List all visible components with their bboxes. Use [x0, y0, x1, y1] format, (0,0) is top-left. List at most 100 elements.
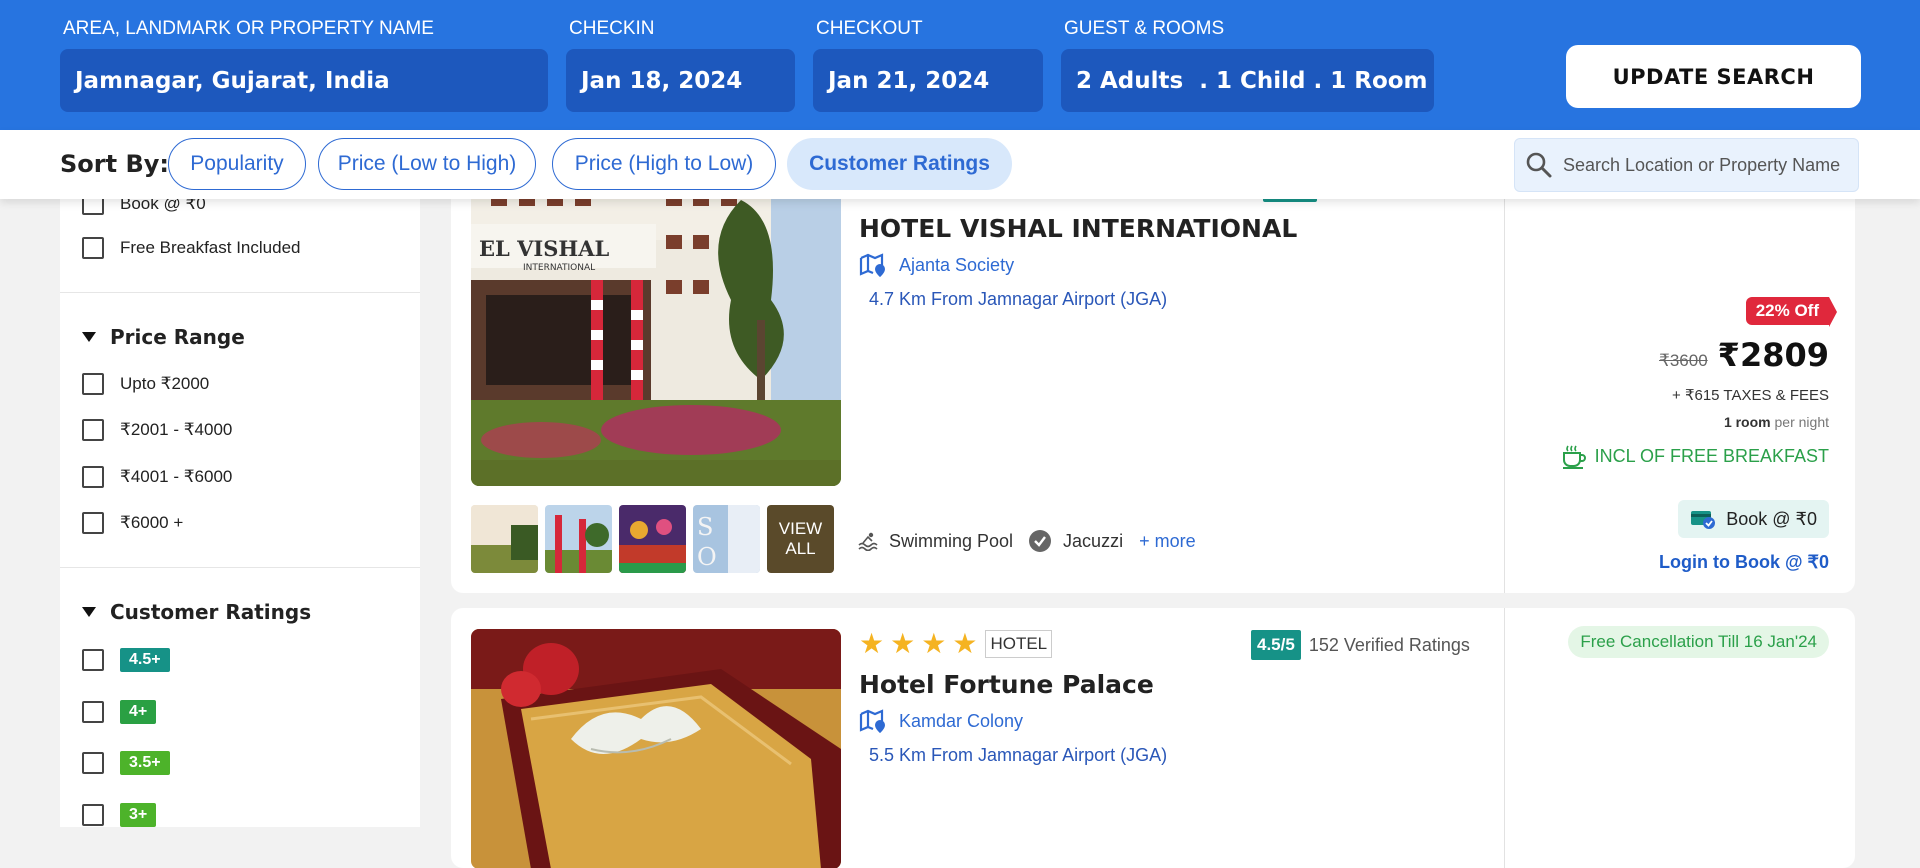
hotel-name[interactable]: Hotel Fortune Palace	[859, 670, 1154, 699]
checkin-label: CHECKIN	[569, 18, 655, 39]
filter-label: Free Breakfast Included	[120, 238, 301, 257]
filter-price-6000-plus[interactable]: ₹6000 +	[82, 512, 183, 534]
checkbox[interactable]	[82, 649, 104, 671]
book-zero-badge[interactable]: Book @ ₹0	[1678, 500, 1829, 538]
star-icon: ★	[952, 628, 978, 659]
hotel-distance: 5.5 Km From Jamnagar Airport (JGA)	[869, 745, 1168, 765]
free-cancellation-badge: Free Cancellation Till 16 Jan'24	[1568, 626, 1829, 658]
sort-popularity[interactable]: Popularity	[168, 138, 306, 190]
checkbox[interactable]	[82, 752, 104, 774]
update-search-button[interactable]: UPDATE SEARCH	[1566, 45, 1861, 108]
price-range-title: Price Range	[110, 325, 245, 349]
locality-label: Ajanta Society	[899, 254, 1015, 275]
sort-customer-ratings[interactable]: Customer Ratings	[787, 138, 1012, 190]
sort-price-high-low[interactable]: Price (High to Low)	[552, 138, 776, 190]
login-to-book-link[interactable]: Login to Book @ ₹0	[1659, 552, 1829, 573]
map-pin-icon	[859, 253, 885, 277]
svg-text:O: O	[697, 543, 717, 571]
taxes-fees: + ₹615 TAXES & FEES	[1672, 387, 1829, 404]
filter-label: ₹6000 +	[120, 513, 184, 532]
swimming-pool-icon	[858, 532, 878, 551]
star-icon: ★	[921, 628, 947, 659]
filter-free-breakfast[interactable]: Free Breakfast Included	[82, 237, 300, 259]
hotel-card[interactable]: ★ ★ ★ ★ HOTEL 4.5/5 152 Verified Ratings…	[451, 608, 1855, 868]
caret-down-icon	[82, 607, 96, 617]
amenity-label: Swimming Pool	[889, 530, 1014, 551]
per-night-text: 1 room per night	[1724, 414, 1829, 430]
divider	[60, 292, 420, 293]
hotel-distance: 4.7 Km From Jamnagar Airport (JGA)	[869, 289, 1168, 309]
discount-badge: 22% Off	[1745, 297, 1829, 325]
rating-summary: 4.5/5 152 Verified Ratings	[1251, 630, 1470, 660]
guests-label: GUEST & ROOMS	[1064, 18, 1225, 39]
coffee-cup-icon	[1562, 445, 1586, 469]
divider	[1504, 608, 1505, 868]
thumbnail[interactable]: SO	[693, 505, 760, 573]
checkbox[interactable]	[82, 237, 104, 259]
star-icon: ★	[890, 628, 916, 659]
checkbox[interactable]	[82, 466, 104, 488]
filter-price-4001-6000[interactable]: ₹4001 - ₹6000	[82, 466, 232, 488]
locality-label: Kamdar Colony	[899, 710, 1024, 731]
checkbox[interactable]	[82, 512, 104, 534]
divider	[1504, 140, 1505, 593]
hotel-locality[interactable]: Kamdar Colony	[859, 708, 1023, 734]
sort-price-low-high[interactable]: Price (Low to High)	[318, 138, 536, 190]
rating-badge: 3.5+	[120, 751, 170, 775]
customer-ratings-toggle[interactable]: Customer Ratings	[82, 600, 311, 624]
filters-sidebar: Book @ ₹0 Free Breakfast Included Price …	[60, 199, 420, 827]
filter-rating-3[interactable]: 3+	[82, 803, 157, 827]
view-all-label: VIEW ALL	[778, 518, 823, 558]
checkout-input[interactable]: Jan 21, 2024	[813, 49, 1043, 112]
view-all-photos-button[interactable]: VIEW ALL	[767, 505, 834, 573]
filter-rating-4[interactable]: 4+	[82, 700, 157, 724]
price-row: ₹3600 ₹2809	[1659, 336, 1829, 374]
hotel-photo[interactable]	[471, 629, 841, 868]
checkbox[interactable]	[82, 701, 104, 723]
filter-label: ₹4001 - ₹6000	[120, 467, 233, 486]
thumbnail[interactable]	[619, 505, 686, 573]
filter-book-zero[interactable]: Book @ ₹0	[82, 199, 206, 215]
checkbox[interactable]	[82, 804, 104, 826]
filter-price-upto-2000[interactable]: Upto ₹2000	[82, 373, 209, 395]
rating-badge: 4+	[120, 700, 157, 724]
hotel-card[interactable]: EL VISHAL INTERNATIONAL SO VIEW ALL HOTE…	[451, 140, 1855, 593]
hotel-name[interactable]: HOTEL VISHAL INTERNATIONAL	[859, 214, 1297, 243]
customer-ratings-title: Customer Ratings	[110, 600, 312, 624]
room-count: 1 room	[1723, 414, 1771, 430]
checkbox[interactable]	[82, 373, 104, 395]
thumbnail[interactable]	[545, 505, 612, 573]
search-location-input[interactable]	[1563, 154, 1853, 176]
amenities-row: Swimming Pool Jacuzzi + more	[857, 530, 1196, 552]
thumbnail[interactable]	[471, 505, 538, 573]
badge-tail	[1829, 297, 1837, 327]
property-search[interactable]	[1514, 138, 1859, 192]
original-price: ₹3600	[1659, 351, 1708, 370]
sort-bar: Sort By: Popularity Price (Low to High) …	[0, 130, 1920, 199]
amenity-label: Jacuzzi	[1063, 530, 1124, 551]
more-amenities-link[interactable]: + more	[1139, 531, 1196, 552]
card-check-icon	[1691, 511, 1716, 529]
check-circle-icon	[1029, 530, 1052, 552]
caret-down-icon	[82, 332, 96, 342]
guests-input[interactable]: 2 Adults . 1 Child . 1 Room	[1061, 49, 1434, 112]
per-night-label: per night	[1774, 414, 1829, 430]
property-type-tag: HOTEL	[985, 630, 1053, 658]
map-pin-icon	[859, 709, 885, 733]
price-range-toggle[interactable]: Price Range	[82, 325, 245, 349]
breakfast-label: INCL OF FREE BREAKFAST	[1594, 445, 1829, 466]
filter-price-2001-4000[interactable]: ₹2001 - ₹4000	[82, 419, 232, 441]
checkbox[interactable]	[82, 199, 104, 215]
filter-rating-4-5[interactable]: 4.5+	[82, 648, 170, 672]
rating-badge: 4.5+	[120, 648, 170, 672]
checkin-input[interactable]: Jan 18, 2024	[566, 49, 795, 112]
filter-rating-3-5[interactable]: 3.5+	[82, 751, 170, 775]
hotel-locality[interactable]: Ajanta Society	[859, 252, 1014, 278]
current-price: ₹2809	[1717, 336, 1829, 374]
star-rating: ★ ★ ★ ★ HOTEL	[859, 628, 1053, 659]
area-input[interactable]: Jamnagar, Gujarat, India	[60, 49, 548, 112]
filter-label: Book @ ₹0	[120, 199, 206, 213]
breakfast-info: INCL OF FREE BREAKFAST	[1561, 443, 1829, 469]
checkout-label: CHECKOUT	[816, 18, 923, 39]
checkbox[interactable]	[82, 419, 104, 441]
